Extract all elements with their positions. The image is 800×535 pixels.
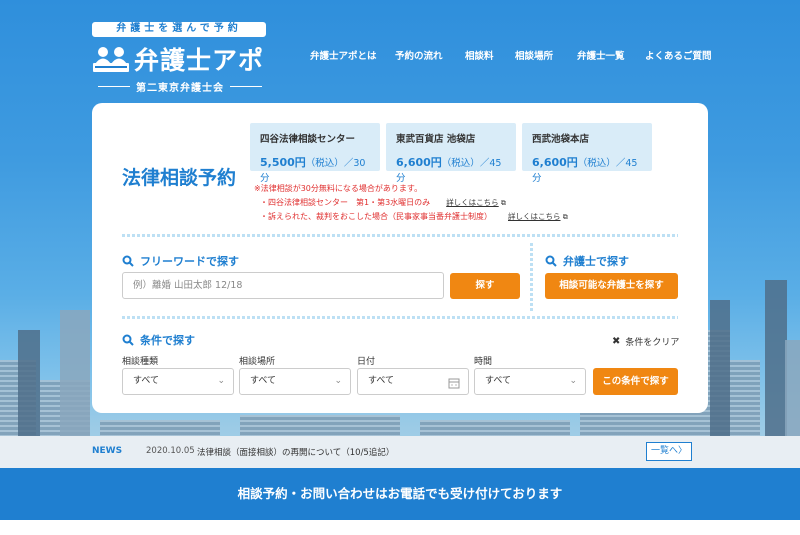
nav-lawyers[interactable]: 弁護士一覧 [577, 48, 625, 62]
people-icon [92, 45, 130, 73]
notes-headline: ※法律相談が30分無料になる場合があります。 [254, 184, 423, 193]
freeword-heading: フリーワードで探す [122, 253, 239, 269]
page-title: 法律相談予約 [122, 167, 237, 189]
label-time: 時間 [474, 357, 493, 367]
contact-banner: 相談予約・お問い合わせはお電話でも受け付けております [0, 468, 800, 520]
details-link-1[interactable]: 詳しくはこちら [446, 198, 499, 207]
reservation-card: 法律相談予約 四谷法律相談センター 5,500円（税込）／30分 東武百貨店 池… [92, 103, 708, 413]
price-location: 西武池袋本店 [532, 134, 590, 145]
label-date: 日付 [357, 357, 376, 367]
location-select[interactable]: すべて ⌄ [239, 368, 351, 395]
logo-subtitle: 第二東京弁護士会 [92, 79, 268, 94]
clear-conditions-button[interactable]: ✖ 条件をクリア [612, 335, 679, 348]
section-divider [122, 316, 678, 319]
vertical-divider [530, 243, 533, 311]
nav-locations[interactable]: 相談場所 [515, 48, 553, 62]
footer-strip [0, 520, 800, 535]
freeword-search-button[interactable]: 探す [450, 273, 520, 299]
price-location: 東武百貨店 池袋店 [396, 134, 476, 145]
search-icon [545, 255, 557, 267]
price-value: 6,600円（税込）／45分 [396, 156, 502, 184]
calendar-icon [448, 375, 460, 400]
news-link[interactable]: 法律相談（面接相談）の再開について（10/5追記） [197, 446, 394, 458]
find-lawyer-button[interactable]: 相談可能な弁護士を探す [545, 273, 678, 299]
close-icon: ✖ [612, 336, 621, 347]
freeword-search-input[interactable]: 例）離婚 山田太郎 12/18 [122, 272, 444, 299]
lawyer-heading: 弁護士で探す [545, 253, 629, 269]
free-consultation-notes: ※法律相談が30分無料になる場合があります。 ・四谷法律相談センター 第1・第3… [254, 182, 568, 224]
price-value: 5,500円（税込）／30分 [260, 156, 366, 184]
notes-item-2: ・訴えられた、裁判をおこした場合（民事家事当番弁護士制度） [260, 212, 492, 221]
label-location: 相談場所 [239, 357, 276, 367]
price-card-tobu: 東武百貨店 池袋店 6,600円（税込）／45分 [386, 123, 516, 184]
time-select[interactable]: すべて ⌄ [474, 368, 586, 395]
news-bar: NEWS 2020.10.05 法律相談（面接相談）の再開について（10/5追記… [0, 436, 800, 468]
news-tag: NEWS [92, 446, 123, 456]
nav-about[interactable]: 弁護士アポとは [310, 48, 377, 62]
search-icon [122, 255, 134, 267]
external-link-icon: ⧉ [498, 199, 506, 207]
price-card-yotsuya: 四谷法律相談センター 5,500円（税込）／30分 [250, 123, 380, 184]
nav-fees[interactable]: 相談料 [465, 48, 494, 62]
logo-tagline: 弁護士を選んで予約 [92, 22, 266, 37]
chevron-down-icon: ⌄ [569, 376, 577, 386]
chevron-down-icon: ⌄ [217, 376, 225, 386]
nav-flow[interactable]: 予約の流れ [395, 48, 443, 62]
consultation-type-select[interactable]: すべて ⌄ [122, 368, 234, 395]
price-card-seibu: 西武池袋本店 6,600円（税込）／45分 [522, 123, 652, 184]
label-consultation-type: 相談種類 [122, 357, 159, 367]
news-list-button[interactable]: 一覧へ〉 [646, 442, 692, 461]
nav-faq[interactable]: よくあるご質問 [645, 48, 712, 62]
section-divider [122, 234, 678, 237]
news-date: 2020.10.05 [146, 446, 195, 456]
search-by-conditions-button[interactable]: この条件で探す [593, 368, 678, 395]
chevron-down-icon: ⌄ [334, 376, 342, 386]
date-picker[interactable]: すべて [357, 368, 469, 395]
price-location: 四谷法律相談センター [260, 134, 356, 145]
brand-name: 弁護士アポ [134, 46, 265, 75]
details-link-2[interactable]: 詳しくはこちら [508, 212, 561, 221]
conditions-heading: 条件で探す [122, 332, 195, 348]
external-link-icon: ⧉ [560, 213, 568, 221]
search-icon [122, 334, 134, 346]
notes-item-1: ・四谷法律相談センター 第1・第3水曜日のみ [260, 198, 431, 207]
site-logo[interactable]: 弁護士を選んで予約 弁護士アポ 第二東京弁護士会 [92, 22, 268, 94]
price-value: 6,600円（税込）／45分 [532, 156, 638, 184]
